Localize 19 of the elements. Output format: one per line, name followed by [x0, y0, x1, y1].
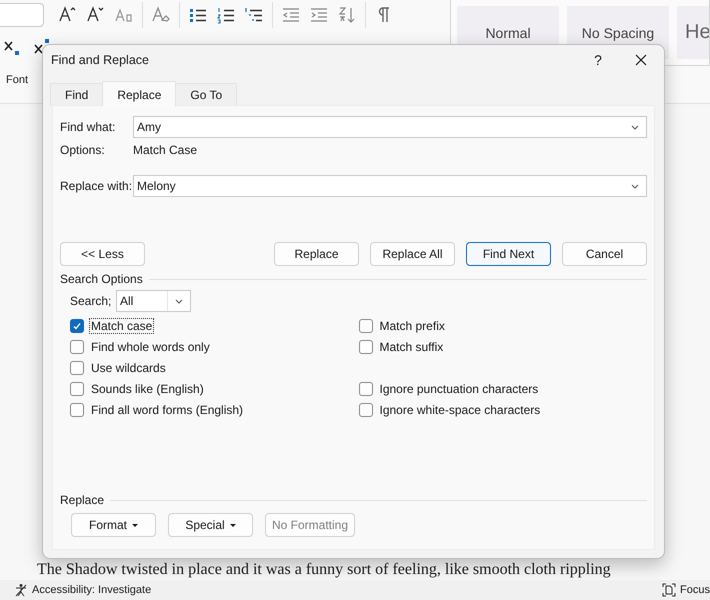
field-label: Options:	[60, 143, 106, 157]
field-label: Search;	[70, 294, 112, 308]
document-text: The Shadow twisted in place and it was a funny sort of feeling, like smooth cloth rippling	[36, 561, 612, 579]
checkbox-label: Match prefix	[378, 318, 446, 334]
checkbox-label: Ignore white-space characters	[378, 402, 542, 418]
checkbox-label: Match case	[89, 318, 154, 334]
checkbox-label: Use wildcards	[90, 360, 167, 376]
options-value: Match Case	[133, 143, 198, 157]
section-title: Search Options	[60, 272, 143, 286]
checkbox-label: Match suffix	[378, 338, 444, 354]
section-title: Replace	[60, 493, 104, 507]
checkbox-label: Find all word forms (English)	[90, 402, 244, 418]
checkbox-label: Find whole words only	[90, 338, 211, 354]
field-label: Replace with:	[60, 179, 133, 193]
checkbox-label: Ignore punctuation characters	[378, 380, 540, 396]
dialog-title: Find and Replace	[51, 53, 150, 67]
field-label: Find what:	[60, 120, 116, 134]
group-label: Font	[6, 74, 28, 86]
checkbox-label: Sounds like (English)	[90, 380, 205, 396]
